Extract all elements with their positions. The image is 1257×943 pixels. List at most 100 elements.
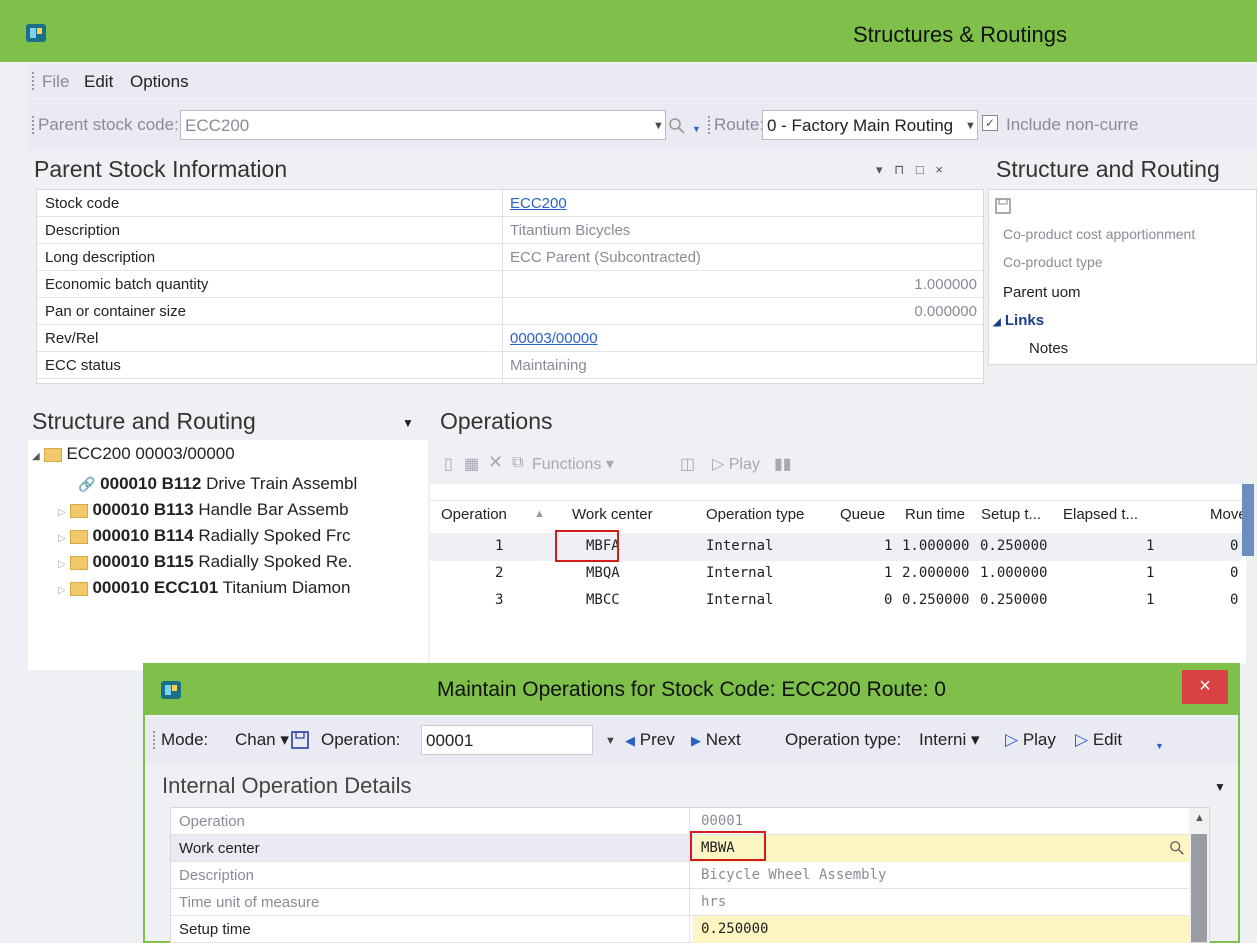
chart-icon[interactable]: ▮▮: [774, 454, 792, 474]
work-center-input[interactable]: MBWA: [693, 835, 1189, 862]
detail-label: Time unit of measure: [179, 894, 320, 911]
preview-icon[interactable]: ◫: [680, 454, 695, 474]
copy-icon[interactable]: ⧉: [512, 454, 523, 472]
setup-time-input[interactable]: 0.250000: [693, 916, 1189, 943]
functions-label: Functions: [532, 456, 602, 473]
dropdown-arrow-icon[interactable]: ▼: [1214, 780, 1226, 794]
dropdown-arrow-icon[interactable]: ▼: [605, 735, 616, 747]
tree-item-code: 000010 B113: [92, 500, 194, 519]
cell-move: 0: [1230, 538, 1239, 554]
scroll-up-icon[interactable]: ▲: [1194, 812, 1205, 824]
cell-move: 0: [1230, 565, 1239, 581]
links-category[interactable]: ◢ Links: [993, 312, 1044, 329]
column-divider: [689, 808, 690, 943]
info-label: Pan or container size: [45, 303, 186, 320]
cell-operation: 3: [495, 592, 504, 608]
collapse-arrow-icon: ◢: [32, 451, 40, 462]
toolbar-overflow-icon[interactable]: ▼: [1155, 741, 1164, 751]
insert-icon[interactable]: ▦: [464, 454, 479, 474]
mode-dropdown[interactable]: Chan ▾: [235, 730, 289, 750]
tree-item-desc: Handle Bar Assemb: [198, 500, 349, 519]
dropdown-arrow-icon[interactable]: ▼: [402, 416, 414, 430]
play-button[interactable]: ▷ Play: [1005, 730, 1056, 750]
info-label: Rev/Rel: [45, 330, 99, 347]
cell-setup-time: 0.250000: [980, 538, 1048, 554]
col-setup-time[interactable]: Setup t...: [981, 506, 1041, 523]
prev-button[interactable]: ◀ Prev: [625, 730, 675, 750]
grip-icon: [153, 731, 157, 749]
col-elapsed-time[interactable]: Elapsed t...: [1063, 506, 1138, 523]
tree-item-code: 000010 B115: [92, 552, 194, 571]
optype-dropdown[interactable]: Interni ▾: [919, 730, 980, 750]
side-panel-title: Structure and Routing: [996, 156, 1220, 182]
close-button[interactable]: ×: [1182, 670, 1228, 704]
folder-icon: [70, 581, 89, 596]
col-operation[interactable]: Operation: [441, 506, 507, 523]
col-run-time[interactable]: Run time: [905, 506, 965, 523]
tree-root[interactable]: ◢ ECC200 00003/00000: [32, 444, 235, 464]
panel-controls[interactable]: ▾ ⊓ □ ×: [876, 162, 947, 178]
grip-icon: [32, 72, 36, 90]
operation-combo[interactable]: 00001: [421, 725, 593, 755]
tree-item[interactable]: ▷ 000010 B113 Handle Bar Assemb: [58, 500, 349, 520]
tree-item[interactable]: 🔗 000010 B112 Drive Train Assembl: [78, 474, 357, 494]
tree-item[interactable]: ▷ 000010 B115 Radially Spoked Re.: [58, 552, 352, 572]
tree-item-desc: Drive Train Assembl: [206, 474, 358, 493]
menu-options[interactable]: Options: [130, 72, 189, 92]
functions-button[interactable]: Functions ▾: [532, 454, 614, 474]
collapse-arrow-icon: ◢: [993, 317, 1001, 328]
detail-row-selected: Work center MBWA: [171, 835, 1189, 862]
cell-work-center: MBCC: [586, 592, 620, 608]
folder-icon: [44, 447, 63, 462]
menu-bar: File Edit Options: [28, 64, 1257, 98]
delete-icon[interactable]: ✕: [488, 452, 503, 473]
parent-stock-combo[interactable]: ECC200: [180, 110, 666, 140]
dropdown-arrow-icon[interactable]: ▼: [965, 120, 976, 132]
folder-icon: [70, 503, 89, 518]
next-arrow-icon: ▶: [691, 733, 701, 748]
save-icon[interactable]: [291, 731, 309, 749]
col-queue[interactable]: Queue: [840, 506, 885, 523]
toolbar-overflow-icon[interactable]: ▼: [692, 124, 701, 134]
table-row-selected[interactable]: [430, 533, 1242, 561]
detail-value: Bicycle Wheel Assembly: [701, 867, 887, 883]
tree-item[interactable]: ▷ 000010 ECC101 Titanium Diamon: [58, 578, 350, 598]
cell-operation-type: Internal: [706, 538, 774, 554]
cell-elapsed-time: 1: [1146, 538, 1155, 554]
scrollbar[interactable]: ▲: [1189, 808, 1209, 942]
tree-item[interactable]: ▷ 000010 B114 Radially Spoked Frc: [58, 526, 350, 546]
app-logo-icon: [26, 24, 46, 42]
play-label: Play: [1022, 730, 1056, 749]
menu-file[interactable]: File: [42, 72, 69, 92]
notes-link[interactable]: Notes: [1029, 340, 1068, 357]
setup-time-value: 0.250000: [701, 921, 769, 937]
scrollbar[interactable]: [1242, 484, 1254, 556]
edit-button[interactable]: ▷ Edit: [1075, 730, 1122, 750]
cell-queue: 1: [884, 565, 893, 581]
cell-work-center: MBQA: [586, 565, 620, 581]
col-operation-type[interactable]: Operation type: [706, 506, 804, 523]
play-button[interactable]: ▷ Play: [712, 454, 760, 474]
menu-edit[interactable]: Edit: [84, 72, 113, 92]
detail-value: hrs: [701, 894, 727, 910]
next-button[interactable]: ▶ Next: [691, 730, 741, 750]
include-checkbox[interactable]: ✓: [982, 115, 998, 131]
info-value: 1.000000: [914, 276, 977, 293]
search-icon[interactable]: [668, 117, 686, 135]
scrollbar-thumb[interactable]: [1191, 834, 1207, 942]
route-combo[interactable]: 0 - Factory Main Routing: [762, 110, 978, 140]
new-icon[interactable]: ▯: [444, 454, 453, 474]
mode-value: Chan: [235, 730, 276, 749]
search-icon[interactable]: [1169, 840, 1185, 856]
dropdown-arrow-icon[interactable]: ▼: [653, 120, 664, 132]
save-icon[interactable]: [995, 198, 1011, 214]
operations-title: Operations: [440, 408, 553, 434]
expand-arrow-icon: ▷: [58, 585, 66, 596]
stock-code-link[interactable]: ECC200: [510, 195, 567, 212]
detail-row: Time unit of measure hrs: [171, 889, 1189, 916]
rev-rel-link[interactable]: 00003/00000: [510, 330, 598, 347]
info-value: Titantium Bicycles: [510, 222, 631, 239]
info-row: ECC status Maintaining: [37, 352, 983, 379]
col-work-center[interactable]: Work center: [572, 506, 653, 523]
links-label: Links: [1004, 312, 1045, 329]
